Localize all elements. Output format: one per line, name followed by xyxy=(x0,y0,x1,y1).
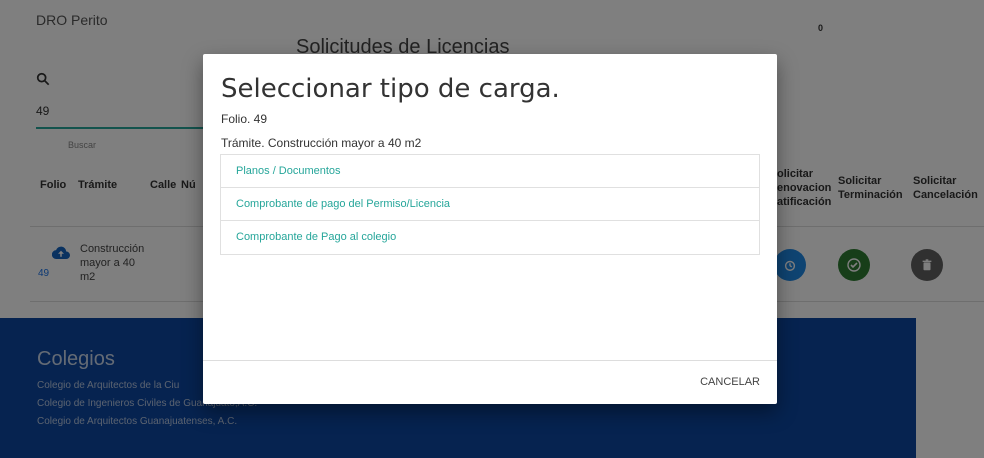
option-comprobante-pago-colegio[interactable]: Comprobante de Pago al colegio xyxy=(221,221,759,254)
modal-footer: CANCELAR xyxy=(203,360,777,404)
modal-folio: Folio. 49 xyxy=(221,112,268,126)
option-comprobante-pago-permiso[interactable]: Comprobante de pago del Permiso/Licencia xyxy=(221,188,759,221)
cancel-button[interactable]: CANCELAR xyxy=(700,376,760,388)
modal-tramite: Trámite. Construcción mayor a 40 m2 xyxy=(221,136,422,150)
upload-type-modal: Seleccionar tipo de carga. Folio. 49 Trá… xyxy=(203,54,777,404)
modal-title: Seleccionar tipo de carga. xyxy=(221,74,560,104)
upload-type-list: Planos / Documentos Comprobante de pago … xyxy=(220,154,760,255)
option-planos-documentos[interactable]: Planos / Documentos xyxy=(221,155,759,188)
